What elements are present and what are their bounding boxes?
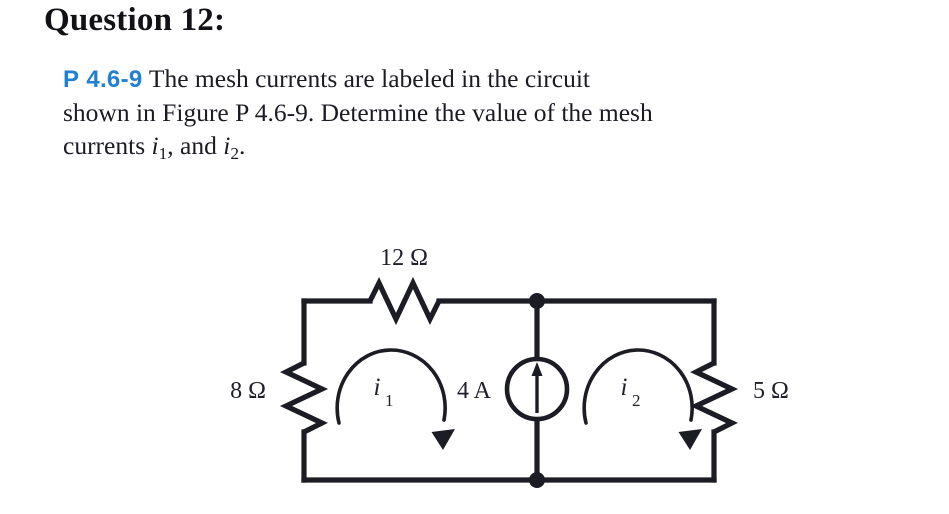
- page-title: Question 12:: [44, 2, 226, 38]
- resistor-5-ohm-label: 5 Ω: [753, 378, 789, 404]
- problem-body-line-3-end: .: [239, 131, 246, 160]
- inline-symbol-i1: i: [151, 131, 159, 160]
- problem-body-line-1: The mesh currents are labeled in the cir…: [148, 64, 590, 93]
- inline-subscript-2: 2: [230, 144, 239, 164]
- resistor-5-ohm-zigzag: [689, 360, 739, 435]
- mesh-current-i2-subscript: 2: [632, 391, 641, 410]
- node-top-center: [529, 293, 545, 309]
- circuit-diagram: 12 Ω 8 Ω 4 A 5 Ω i 1 i 2: [180, 238, 820, 508]
- mesh-current-i2-symbol: i: [621, 374, 628, 401]
- circuit-svg: 12 Ω 8 Ω 4 A 5 Ω i 1 i 2: [230, 245, 789, 488]
- node-bottom-center: [529, 472, 545, 488]
- mesh-current-i1-subscript: 1: [385, 391, 394, 410]
- resistor-12-ohm-label: 12 Ω: [380, 245, 428, 271]
- problem-paragraph-line-3: currents i1, and i2.: [63, 129, 941, 170]
- mesh-current-i1-arc: [335, 348, 447, 425]
- problem-body-line-2: shown in Figure P 4.6-9. Determine the v…: [63, 98, 653, 127]
- problem-body-line-3-mid: , and: [167, 131, 224, 160]
- mesh-current-i2-arrowhead: [678, 429, 702, 450]
- problem-paragraph-line-2: shown in Figure P 4.6-9. Determine the v…: [63, 96, 941, 129]
- page-root: Question 12: P 4.6-9 The mesh currents ar…: [0, 0, 949, 514]
- resistor-12-ohm-zigzag: [367, 276, 442, 326]
- problem-statement: P 4.6-9 The mesh currents are labeled in …: [63, 62, 941, 170]
- problem-id-number: 4.6-9: [86, 66, 143, 93]
- problem-id-prefix: P: [63, 66, 80, 93]
- problem-id: P 4.6-9: [63, 66, 143, 93]
- problem-paragraph-line-1: P 4.6-9 The mesh currents are labeled in …: [63, 62, 941, 96]
- mesh-current-i1-arrowhead: [431, 429, 455, 450]
- mesh-current-i2-arc: [582, 348, 694, 425]
- resistor-8-ohm-label: 8 Ω: [230, 378, 266, 404]
- inline-subscript-1: 1: [158, 144, 168, 164]
- resistor-8-ohm-zigzag: [279, 360, 329, 435]
- current-source-4a-label: 4 A: [457, 378, 492, 404]
- mesh-current-i1-symbol: i: [374, 374, 381, 401]
- problem-body-line-3-lead: currents: [63, 131, 152, 160]
